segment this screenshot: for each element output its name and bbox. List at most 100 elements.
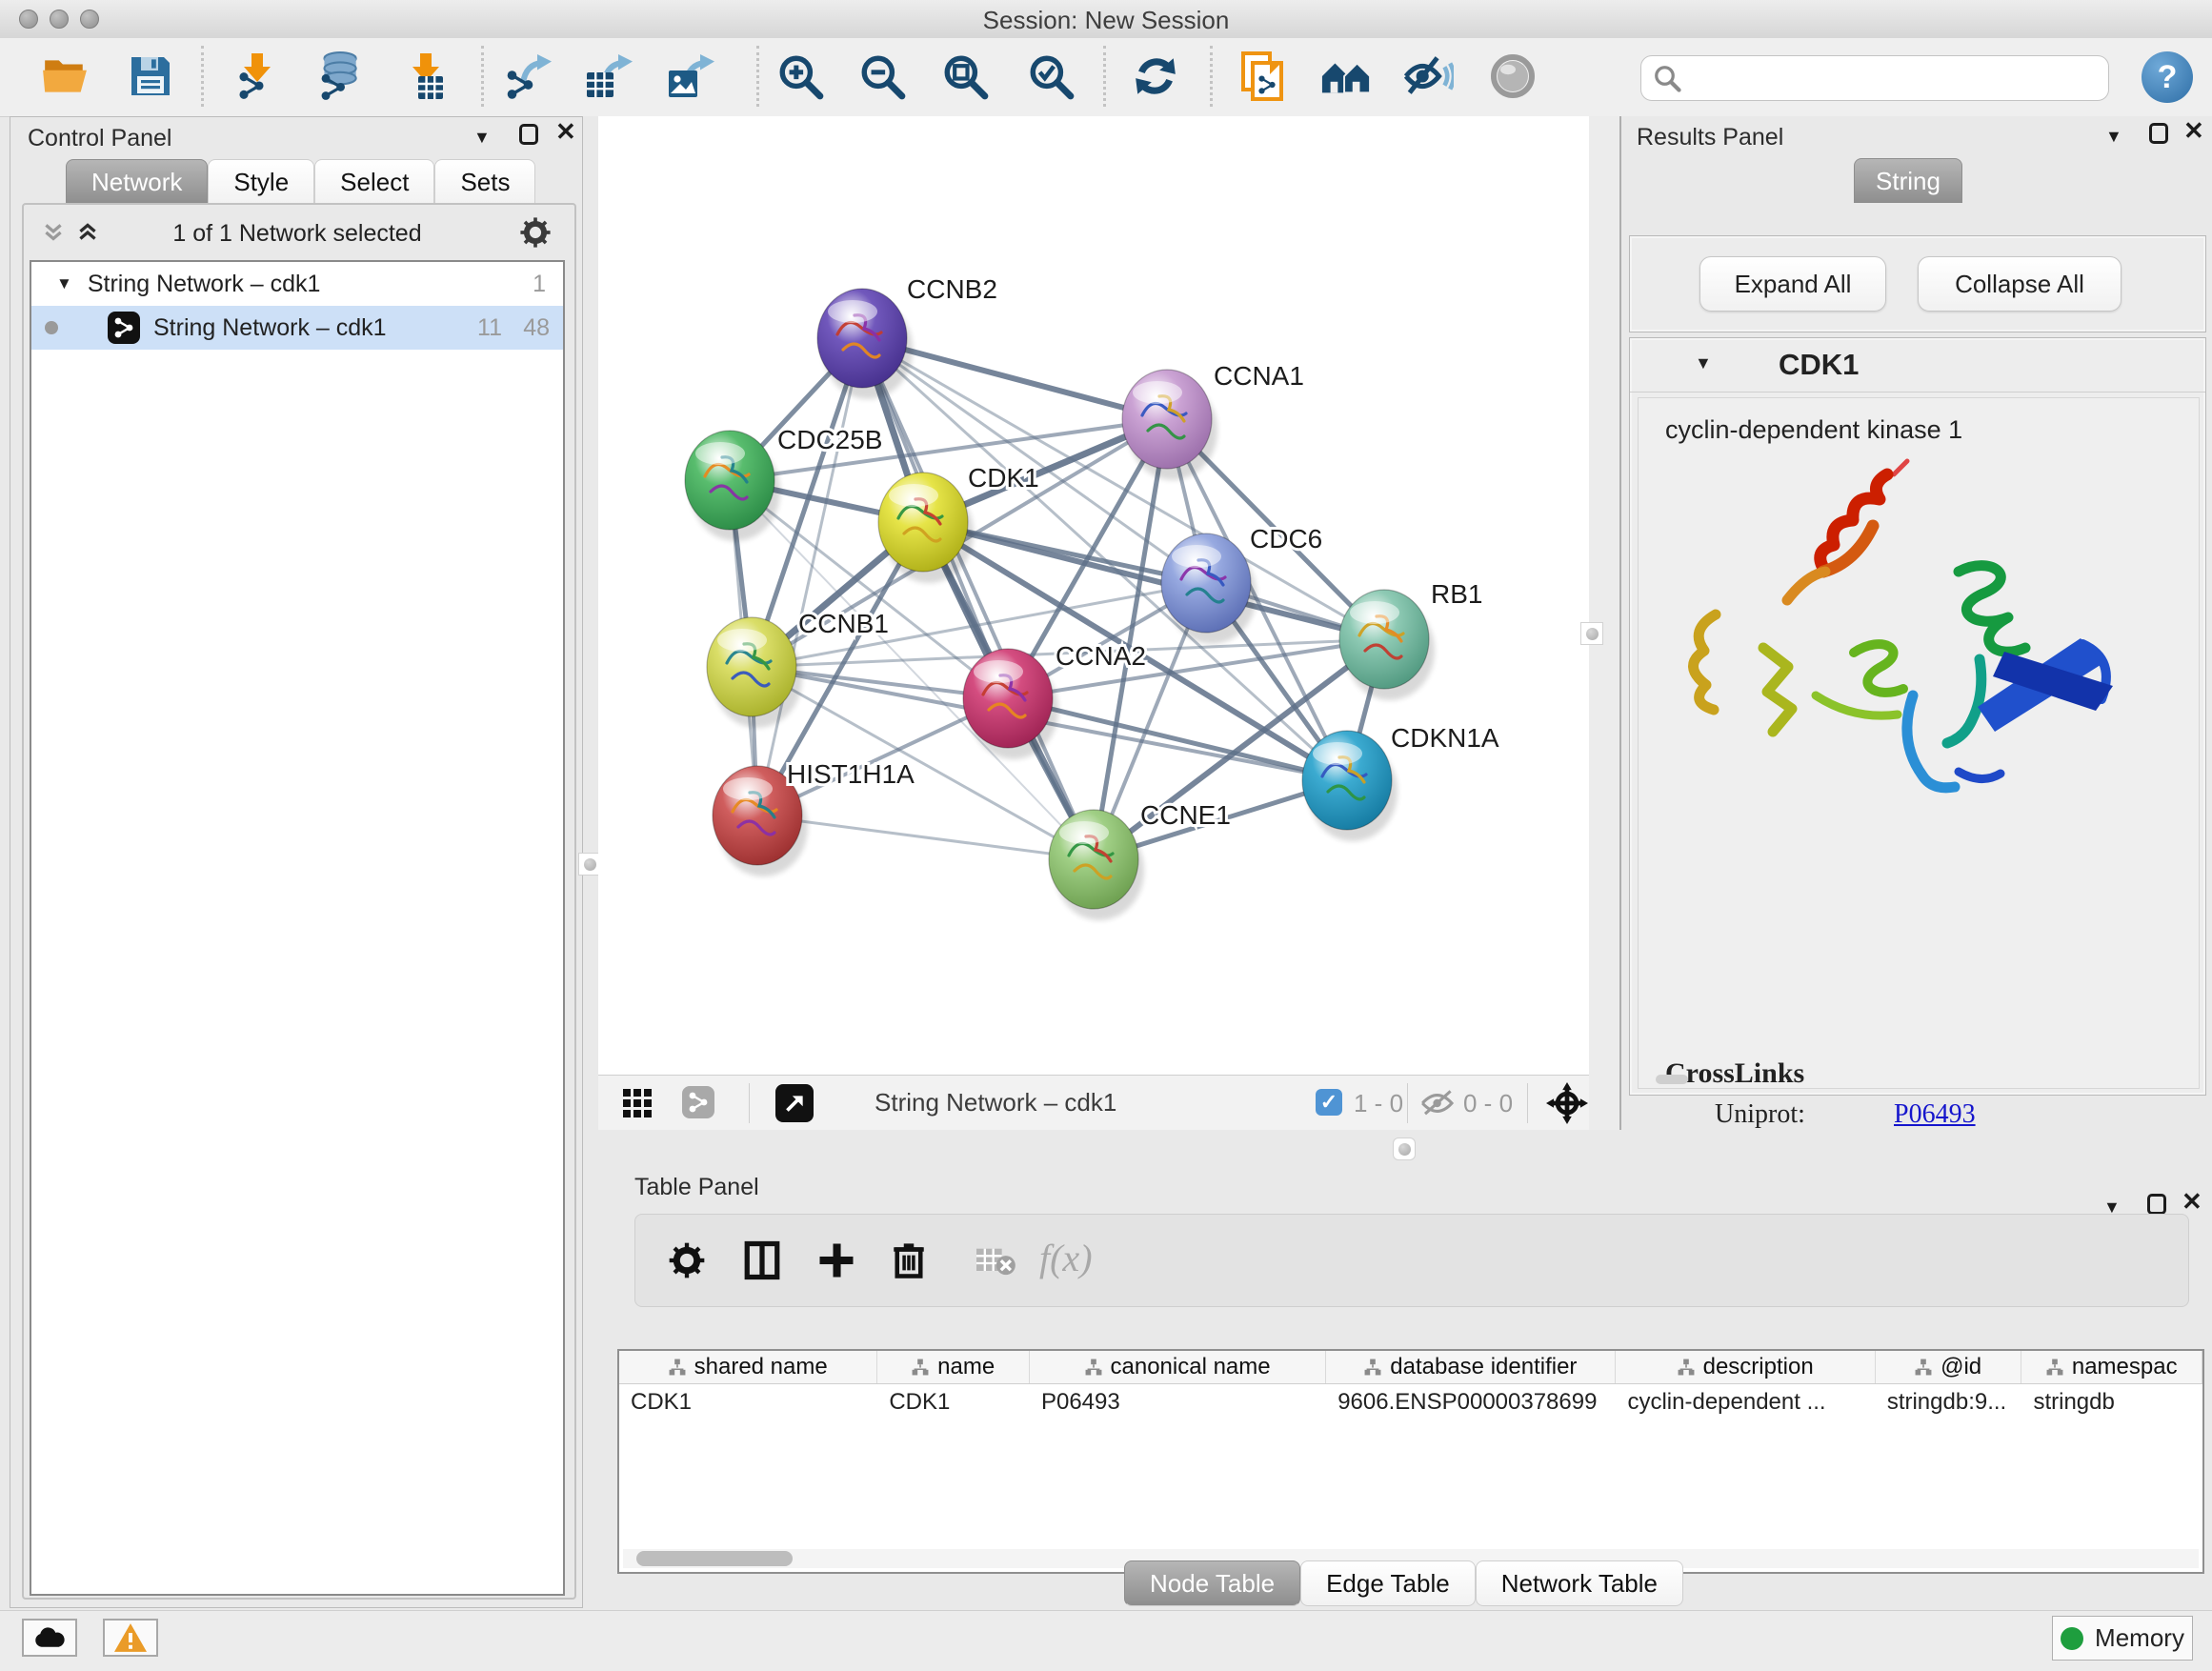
column-type-icon xyxy=(2046,1359,2063,1376)
tab-network[interactable]: Network xyxy=(66,159,208,204)
network-row[interactable]: String Network – cdk1 11 48 xyxy=(31,306,563,350)
export-table-icon[interactable] xyxy=(581,50,634,103)
float-panel-icon[interactable] xyxy=(2147,1194,2166,1215)
edge[interactable] xyxy=(757,338,862,815)
network-collection-row[interactable]: ▼ String Network – cdk1 1 xyxy=(31,262,563,306)
column-header-namespac[interactable]: namespac xyxy=(2021,1351,2202,1383)
close-panel-icon[interactable]: ✕ xyxy=(2182,1191,2202,1212)
grid-view-icon[interactable] xyxy=(623,1089,652,1117)
results-panel: Results Panel ▼ ✕ String Expand All Coll… xyxy=(1619,116,2212,1130)
column-header-label: shared name xyxy=(694,1354,828,1380)
cloud-button[interactable] xyxy=(22,1619,77,1657)
node-shine xyxy=(695,442,745,465)
tab-string[interactable]: String xyxy=(1854,158,1962,203)
add-column-icon[interactable] xyxy=(816,1239,856,1281)
node-RB1[interactable] xyxy=(1339,590,1435,700)
vizmapper-sphere-icon[interactable] xyxy=(1486,50,1539,103)
warning-button[interactable] xyxy=(103,1619,158,1657)
crosslink-label: Uniprot: xyxy=(1715,1099,1805,1130)
table-hscroll-thumb[interactable] xyxy=(636,1551,793,1566)
zoom-out-icon[interactable] xyxy=(855,50,909,103)
delete-table-icon[interactable] xyxy=(975,1247,1016,1276)
gene-header[interactable]: ▼ CDK1 xyxy=(1630,338,2205,393)
zoom-selected-icon[interactable] xyxy=(1024,50,1077,103)
refresh-icon[interactable] xyxy=(1129,50,1182,103)
title-bar: Session: New Session xyxy=(0,0,2212,39)
node-CDK1[interactable] xyxy=(878,473,974,583)
search-box[interactable] xyxy=(1640,55,2109,101)
node-CDC6[interactable] xyxy=(1161,534,1257,644)
network-graph[interactable]: CCNB2CCNA1CDC25BCDK1CDC6RB1CCNB1CCNA2CDK… xyxy=(598,116,1589,1075)
network-canvas[interactable]: CCNB2CCNA1CDC25BCDK1CDC6RB1CCNB1CCNA2CDK… xyxy=(598,116,1589,1075)
open-session-icon[interactable] xyxy=(38,50,91,103)
collapse-arrow-icon[interactable]: ▼ xyxy=(1695,353,1712,373)
selected-checkbox-icon[interactable]: ✓ xyxy=(1316,1089,1342,1116)
node-shine xyxy=(1059,821,1109,844)
search-input[interactable] xyxy=(1681,64,2085,92)
node-CDC25B[interactable] xyxy=(685,431,780,541)
edge[interactable] xyxy=(757,815,1094,859)
clone-network-icon[interactable] xyxy=(1236,50,1289,103)
separator xyxy=(1407,1083,1408,1123)
zoom-fit-icon[interactable] xyxy=(938,50,992,103)
node-shine xyxy=(717,629,767,652)
node-CCNA1[interactable] xyxy=(1122,370,1217,480)
crosshair-icon[interactable] xyxy=(1546,1082,1588,1124)
close-panel-icon[interactable]: ✕ xyxy=(2183,120,2204,141)
network-badge-icon[interactable] xyxy=(682,1086,714,1118)
float-menu-icon[interactable]: ▼ xyxy=(2105,126,2122,147)
gear-icon[interactable] xyxy=(519,216,552,249)
import-network-file-icon[interactable] xyxy=(231,50,284,103)
node-CCNB2[interactable] xyxy=(817,289,913,399)
tab-sets[interactable]: Sets xyxy=(434,159,535,204)
collapse-all-button[interactable]: Collapse All xyxy=(1918,256,2122,312)
column-header-@id[interactable]: @id xyxy=(1876,1351,2022,1383)
tab-node-table[interactable]: Node Table xyxy=(1124,1560,1300,1606)
help-icon[interactable]: ? xyxy=(2142,51,2193,103)
table-header-row: shared name namecanonical namedatabase id… xyxy=(619,1351,2202,1384)
control-panel-title: Control Panel xyxy=(28,125,171,152)
float-panel-icon[interactable] xyxy=(2149,123,2168,144)
column-header-database-identifier[interactable]: database identifier xyxy=(1326,1351,1616,1383)
close-panel-icon[interactable]: ✕ xyxy=(555,121,576,142)
import-network-database-icon[interactable] xyxy=(312,50,365,103)
houses-icon[interactable] xyxy=(1319,50,1373,103)
tab-edge-table[interactable]: Edge Table xyxy=(1300,1560,1476,1606)
node-CCNE1[interactable] xyxy=(1049,810,1144,920)
table-panel-title: Table Panel xyxy=(634,1174,759,1201)
table-row[interactable]: CDK1CDK1P064939606.ENSP00000378699cyclin… xyxy=(619,1384,2202,1420)
delete-column-icon[interactable] xyxy=(889,1238,929,1281)
network-tree: ▼ String Network – cdk1 1 String Network… xyxy=(30,260,565,1596)
zoom-in-icon[interactable] xyxy=(774,50,827,103)
column-header-shared-name[interactable]: shared name xyxy=(619,1351,877,1383)
expand-all-button[interactable]: Expand All xyxy=(1699,256,1886,312)
save-session-icon[interactable] xyxy=(124,50,177,103)
gear-icon[interactable] xyxy=(668,1241,706,1279)
node-CDKN1A[interactable] xyxy=(1302,731,1398,841)
column-header-description[interactable]: description xyxy=(1616,1351,1875,1383)
tab-network-table[interactable]: Network Table xyxy=(1476,1560,1683,1606)
tab-select[interactable]: Select xyxy=(314,159,434,204)
function-builder-icon[interactable]: f(x) xyxy=(1039,1236,1093,1280)
export-image-icon[interactable] xyxy=(663,50,716,103)
collapse-arrow-icon[interactable]: ▼ xyxy=(56,274,72,293)
crosslink-link[interactable]: P06493 xyxy=(1894,1099,1976,1130)
export-network-icon[interactable] xyxy=(500,50,553,103)
columns-icon[interactable] xyxy=(742,1239,782,1281)
hide-graphics-details-icon[interactable] xyxy=(1401,50,1455,103)
memory-button[interactable]: Memory xyxy=(2052,1616,2193,1661)
collection-count: 1 xyxy=(533,271,546,298)
node-CCNA2[interactable] xyxy=(963,649,1058,759)
right-splitter-handle[interactable] xyxy=(1580,622,1603,645)
horizontal-splitter-handle[interactable] xyxy=(1393,1137,1416,1160)
table-toolbar: f(x) xyxy=(634,1214,2189,1307)
import-table-icon[interactable] xyxy=(399,50,452,103)
tab-style[interactable]: Style xyxy=(208,159,314,204)
results-hscroll-thumb[interactable] xyxy=(1656,1075,1688,1084)
birds-eye-view-icon[interactable] xyxy=(775,1084,814,1122)
column-header-label: namespac xyxy=(2072,1354,2178,1380)
column-header-canonical-name[interactable]: canonical name xyxy=(1030,1351,1326,1383)
column-header-name[interactable]: name xyxy=(877,1351,1030,1383)
float-panel-icon[interactable] xyxy=(519,124,538,145)
float-menu-icon[interactable]: ▼ xyxy=(473,127,491,148)
